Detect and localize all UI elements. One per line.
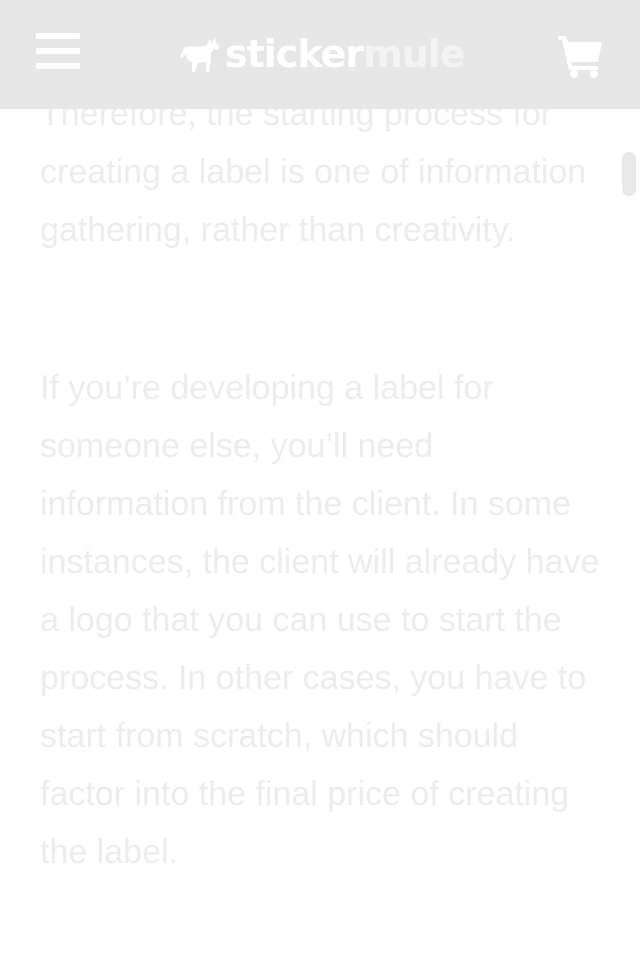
logo-text-mule: mule (363, 32, 465, 76)
menu-line (36, 33, 80, 39)
hamburger-menu-icon[interactable] (36, 33, 82, 73)
menu-line (36, 48, 80, 54)
article-paragraph: Therefore, the starting process for crea… (40, 95, 587, 249)
menu-line (36, 63, 80, 69)
stickermule-logo[interactable]: sticker mule (178, 26, 466, 82)
scrollbar-thumb[interactable] (622, 152, 636, 196)
shopping-cart-icon[interactable] (556, 34, 604, 78)
article-paragraph: If you’re developing a label for someone… (40, 369, 600, 871)
top-nav-bar: sticker mule (0, 0, 640, 109)
mule-icon (180, 37, 220, 72)
logo-text-sticker: sticker (225, 32, 364, 76)
